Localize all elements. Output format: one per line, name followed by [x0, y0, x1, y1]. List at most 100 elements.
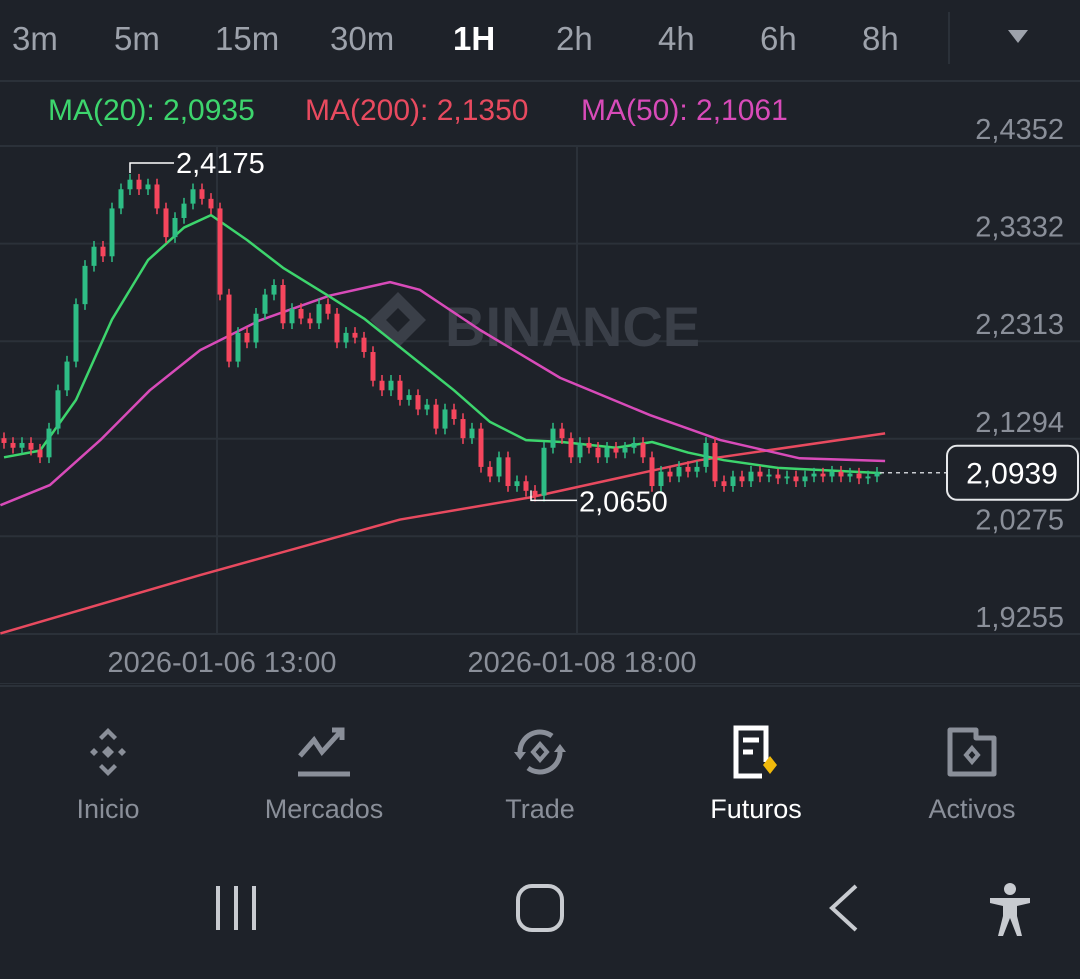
candlestick-chart[interactable]: 2,4352 2,3332 2,2313 2,1294 2,0275 1,9255 2026…	[0, 84, 1080, 684]
candle-body	[514, 481, 520, 487]
candle-body	[685, 466, 691, 472]
trade-exchange-icon	[514, 729, 566, 775]
recent-apps-icon[interactable]	[212, 880, 264, 936]
y-tick-label: 2,1294	[975, 407, 1064, 439]
candle-body	[235, 332, 241, 362]
timeframe-3m[interactable]: 3m	[12, 20, 58, 58]
y-tick-label: 2,2313	[975, 309, 1064, 341]
candle-body	[793, 476, 799, 482]
timeframe-8h[interactable]: 8h	[862, 20, 899, 58]
nav-inicio[interactable]: Inicio	[8, 722, 208, 825]
markets-chart-icon	[298, 727, 350, 777]
x-tick-label: 2026-01-08 18:00	[468, 647, 697, 679]
candle-body	[874, 472, 880, 477]
candle-body	[559, 428, 565, 439]
candle-body	[325, 304, 331, 314]
candle-body	[91, 246, 97, 266]
candle-body	[379, 380, 385, 391]
candle-body	[730, 476, 736, 487]
candle-body	[577, 442, 583, 458]
candle-body	[397, 380, 403, 400]
candle-body	[145, 184, 151, 190]
divider	[948, 12, 950, 64]
candle-body	[640, 442, 646, 458]
candle-body	[613, 447, 619, 453]
candle-body	[433, 404, 439, 429]
candle-body	[82, 265, 88, 305]
candle-body	[496, 457, 502, 477]
candle-body	[748, 471, 754, 482]
candle-body	[37, 449, 43, 458]
candle-body	[721, 481, 727, 487]
bottom-nav: Inicio Mercados Trade Futuros Activos	[0, 685, 1080, 855]
timeframe-30m[interactable]: 30m	[330, 20, 394, 58]
candle-body	[568, 438, 574, 458]
nav-activos[interactable]: Activos	[872, 722, 1072, 825]
candle-body	[469, 428, 475, 439]
candle-body	[442, 409, 448, 429]
candle-body	[631, 442, 637, 448]
candle-body	[100, 246, 106, 257]
candle-body	[199, 189, 205, 199]
y-tick-label: 2,0275	[975, 504, 1064, 536]
back-icon[interactable]	[822, 880, 866, 936]
candle-body	[1, 438, 7, 443]
nav-label: Futuros	[710, 794, 802, 824]
candle-body	[118, 189, 124, 209]
ma20-legend: MA(20): 2,0935	[48, 94, 255, 127]
y-tick-label: 1,9255	[975, 602, 1064, 634]
candle-body	[406, 395, 412, 400]
last-price-value: 2,0939	[966, 458, 1058, 491]
home-icon[interactable]	[512, 880, 568, 936]
candle-body	[298, 308, 304, 319]
timeframe-6h[interactable]: 6h	[760, 20, 797, 58]
nav-trade[interactable]: Trade	[440, 722, 640, 825]
candle-body	[775, 474, 781, 479]
candle-body	[532, 490, 538, 496]
candle-body	[766, 474, 772, 477]
timeframe-1h[interactable]: 1H	[453, 20, 495, 58]
timeframe-2h[interactable]: 2h	[556, 20, 593, 58]
candle-body	[865, 476, 871, 479]
futures-document-icon	[733, 725, 777, 779]
candle-body	[46, 428, 52, 458]
nav-mercados[interactable]: Mercados	[224, 722, 424, 825]
candle-body	[280, 285, 286, 324]
nav-futuros[interactable]: Futuros	[656, 722, 856, 825]
low-price-label: 2,0650	[579, 486, 668, 518]
candle-body	[838, 471, 844, 477]
candle-body	[460, 419, 466, 439]
candle-body	[541, 447, 547, 496]
candle-body	[694, 466, 700, 472]
ma50-legend: MA(50): 2,1061	[581, 94, 788, 127]
timeframe-5m[interactable]: 5m	[114, 20, 160, 58]
candle-body	[208, 198, 214, 209]
candle-body	[370, 352, 376, 381]
candle-body	[343, 332, 349, 343]
timeframe-4h[interactable]: 4h	[658, 20, 695, 58]
timeframe-15m[interactable]: 15m	[215, 20, 279, 58]
candle-body	[10, 442, 16, 448]
candle-body	[676, 466, 682, 477]
y-tick-label: 2,3332	[975, 212, 1064, 244]
candle-body	[595, 447, 601, 458]
high-marker	[129, 162, 174, 173]
candle-body	[586, 442, 592, 448]
candle-body	[451, 409, 457, 420]
candle-body	[388, 380, 394, 391]
candle-body	[847, 473, 853, 477]
candle-body	[415, 395, 421, 410]
candle-body	[19, 442, 25, 448]
candle-body	[226, 294, 232, 362]
more-timeframes-chevron-icon[interactable]	[1008, 30, 1028, 43]
candle-body	[262, 294, 268, 314]
ma200-legend: MA(200): 2,1350	[305, 94, 529, 127]
candle-body	[820, 473, 826, 477]
candle-body	[316, 304, 322, 324]
timeframe-bar: 3m 5m 15m 30m 1H 2h 4h 6h 8h	[0, 0, 1080, 82]
accessibility-icon[interactable]	[984, 880, 1036, 940]
nav-label: Mercados	[264, 794, 384, 824]
candle-body	[253, 313, 259, 343]
candle-body	[271, 285, 277, 295]
candle-body	[217, 208, 223, 295]
